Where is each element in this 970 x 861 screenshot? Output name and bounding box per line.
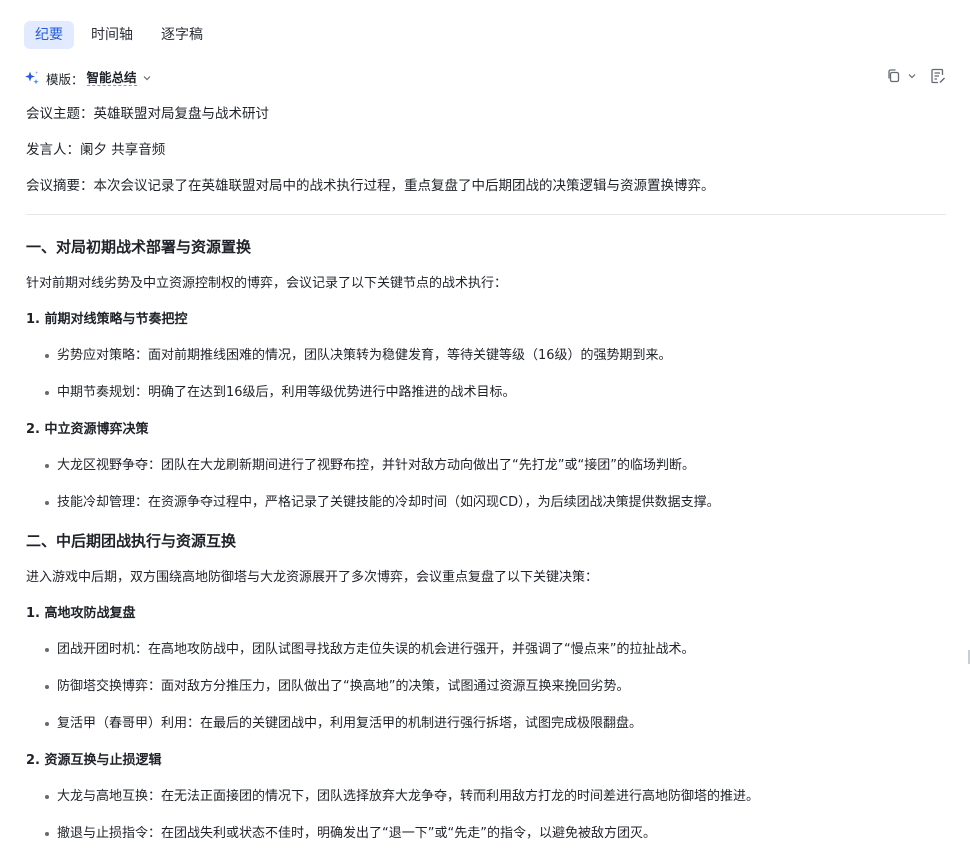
meeting-speaker: 发言人：阑夕 共享音频 xyxy=(26,142,166,158)
tab-summary[interactable]: 纪要 xyxy=(24,21,74,49)
tab-bar: 纪要 时间轴 逐字稿 xyxy=(24,21,214,49)
copy-icon[interactable] xyxy=(886,68,902,84)
bullet-list: 大龙与高地互换：在无法正面接团的情况下，团队选择放弃大龙争夺，转而利用敌方打龙的… xyxy=(26,787,946,844)
list-item: 防御塔交换博弈：面对敌方分推压力，团队做出了“换高地”的决策，试图通过资源互换来… xyxy=(26,677,946,697)
list-item: 大龙与高地互换：在无法正面接团的情况下，团队选择放弃大龙争夺，转而利用敌方打龙的… xyxy=(26,787,946,807)
template-label: 模版： xyxy=(46,71,84,87)
copy-options-chevron-icon[interactable] xyxy=(908,72,916,80)
list-item: 技能冷却管理：在资源争夺过程中，严格记录了关键技能的冷却时间（如闪现CD），为后… xyxy=(26,493,946,513)
tab-timeline[interactable]: 时间轴 xyxy=(80,21,144,49)
list-item: 撤退与止损指令：在团战失利或状态不佳时，明确发出了“退一下”或“先走”的指令，以… xyxy=(26,824,946,844)
template-selector[interactable]: 智能总结 xyxy=(86,70,137,86)
chevron-down-icon[interactable] xyxy=(143,74,151,82)
list-item: 大龙区视野争夺：团队在大龙刷新期间进行了视野布控，并针对敌方动向做出了“先打龙”… xyxy=(26,456,946,476)
list-item: 劣势应对策略：面对前期推线困难的情况，团队决策转为稳健发育，等待关键等级（16级… xyxy=(26,346,946,366)
meeting-topic: 会议主题：英雄联盟对局复盘与战术研讨 xyxy=(26,106,269,122)
list-item: 中期节奏规划：明确了在达到16级后，利用等级优势进行中路推进的战术目标。 xyxy=(26,383,946,403)
list-item: 复活甲（春哥甲）利用：在最后的关键团战中，利用复活甲的机制进行强行拆塔，试图完成… xyxy=(26,714,946,734)
template-row: 模版： 智能总结 xyxy=(24,68,946,88)
section-intro: 进入游戏中后期，双方围绕高地防御塔与大龙资源展开了多次博弈，会议重点复盘了以下关… xyxy=(26,570,599,585)
bullet-list: 劣势应对策略：面对前期推线困难的情况，团队决策转为稳健发育，等待关键等级（16级… xyxy=(26,346,946,403)
toolbar xyxy=(886,68,946,84)
summary-content: 会议主题：英雄联盟对局复盘与战术研讨 发言人：阑夕 共享音频 会议摘要：本次会议… xyxy=(26,104,946,861)
section-intro: 针对前期对线劣势及中立资源控制权的博弈，会议记录了以下关键节点的战术执行： xyxy=(26,276,508,291)
section-title: 二、中后期团战执行与资源互换 xyxy=(26,532,237,550)
list-item: 团战开团时机：在高地攻防战中，团队试图寻找敌方走位失误的机会进行强开，并强调了“… xyxy=(26,640,946,660)
section-title: 一、对局初期战术部署与资源置换 xyxy=(26,238,252,256)
tab-transcript[interactable]: 逐字稿 xyxy=(150,21,214,49)
bullet-list: 团战开团时机：在高地攻防战中，团队试图寻找敌方走位失误的机会进行强开，并强调了“… xyxy=(26,640,946,734)
divider xyxy=(26,214,946,215)
subsection-title: 2. 中立资源博弈决策 xyxy=(26,422,149,437)
edit-note-icon[interactable] xyxy=(930,68,946,84)
subsection-title: 1. 前期对线策略与节奏把控 xyxy=(26,312,188,327)
sparkle-icon xyxy=(25,71,39,85)
meeting-summary: 会议摘要：本次会议记录了在英雄联盟对局中的战术执行过程，重点复盘了中后期团战的决… xyxy=(26,178,715,194)
bullet-list: 大龙区视野争夺：团队在大龙刷新期间进行了视野布控，并针对敌方动向做出了“先打龙”… xyxy=(26,456,946,513)
subsection-title: 1. 高地攻防战复盘 xyxy=(26,606,136,621)
subsection-title: 2. 资源互换与止损逻辑 xyxy=(26,753,162,768)
